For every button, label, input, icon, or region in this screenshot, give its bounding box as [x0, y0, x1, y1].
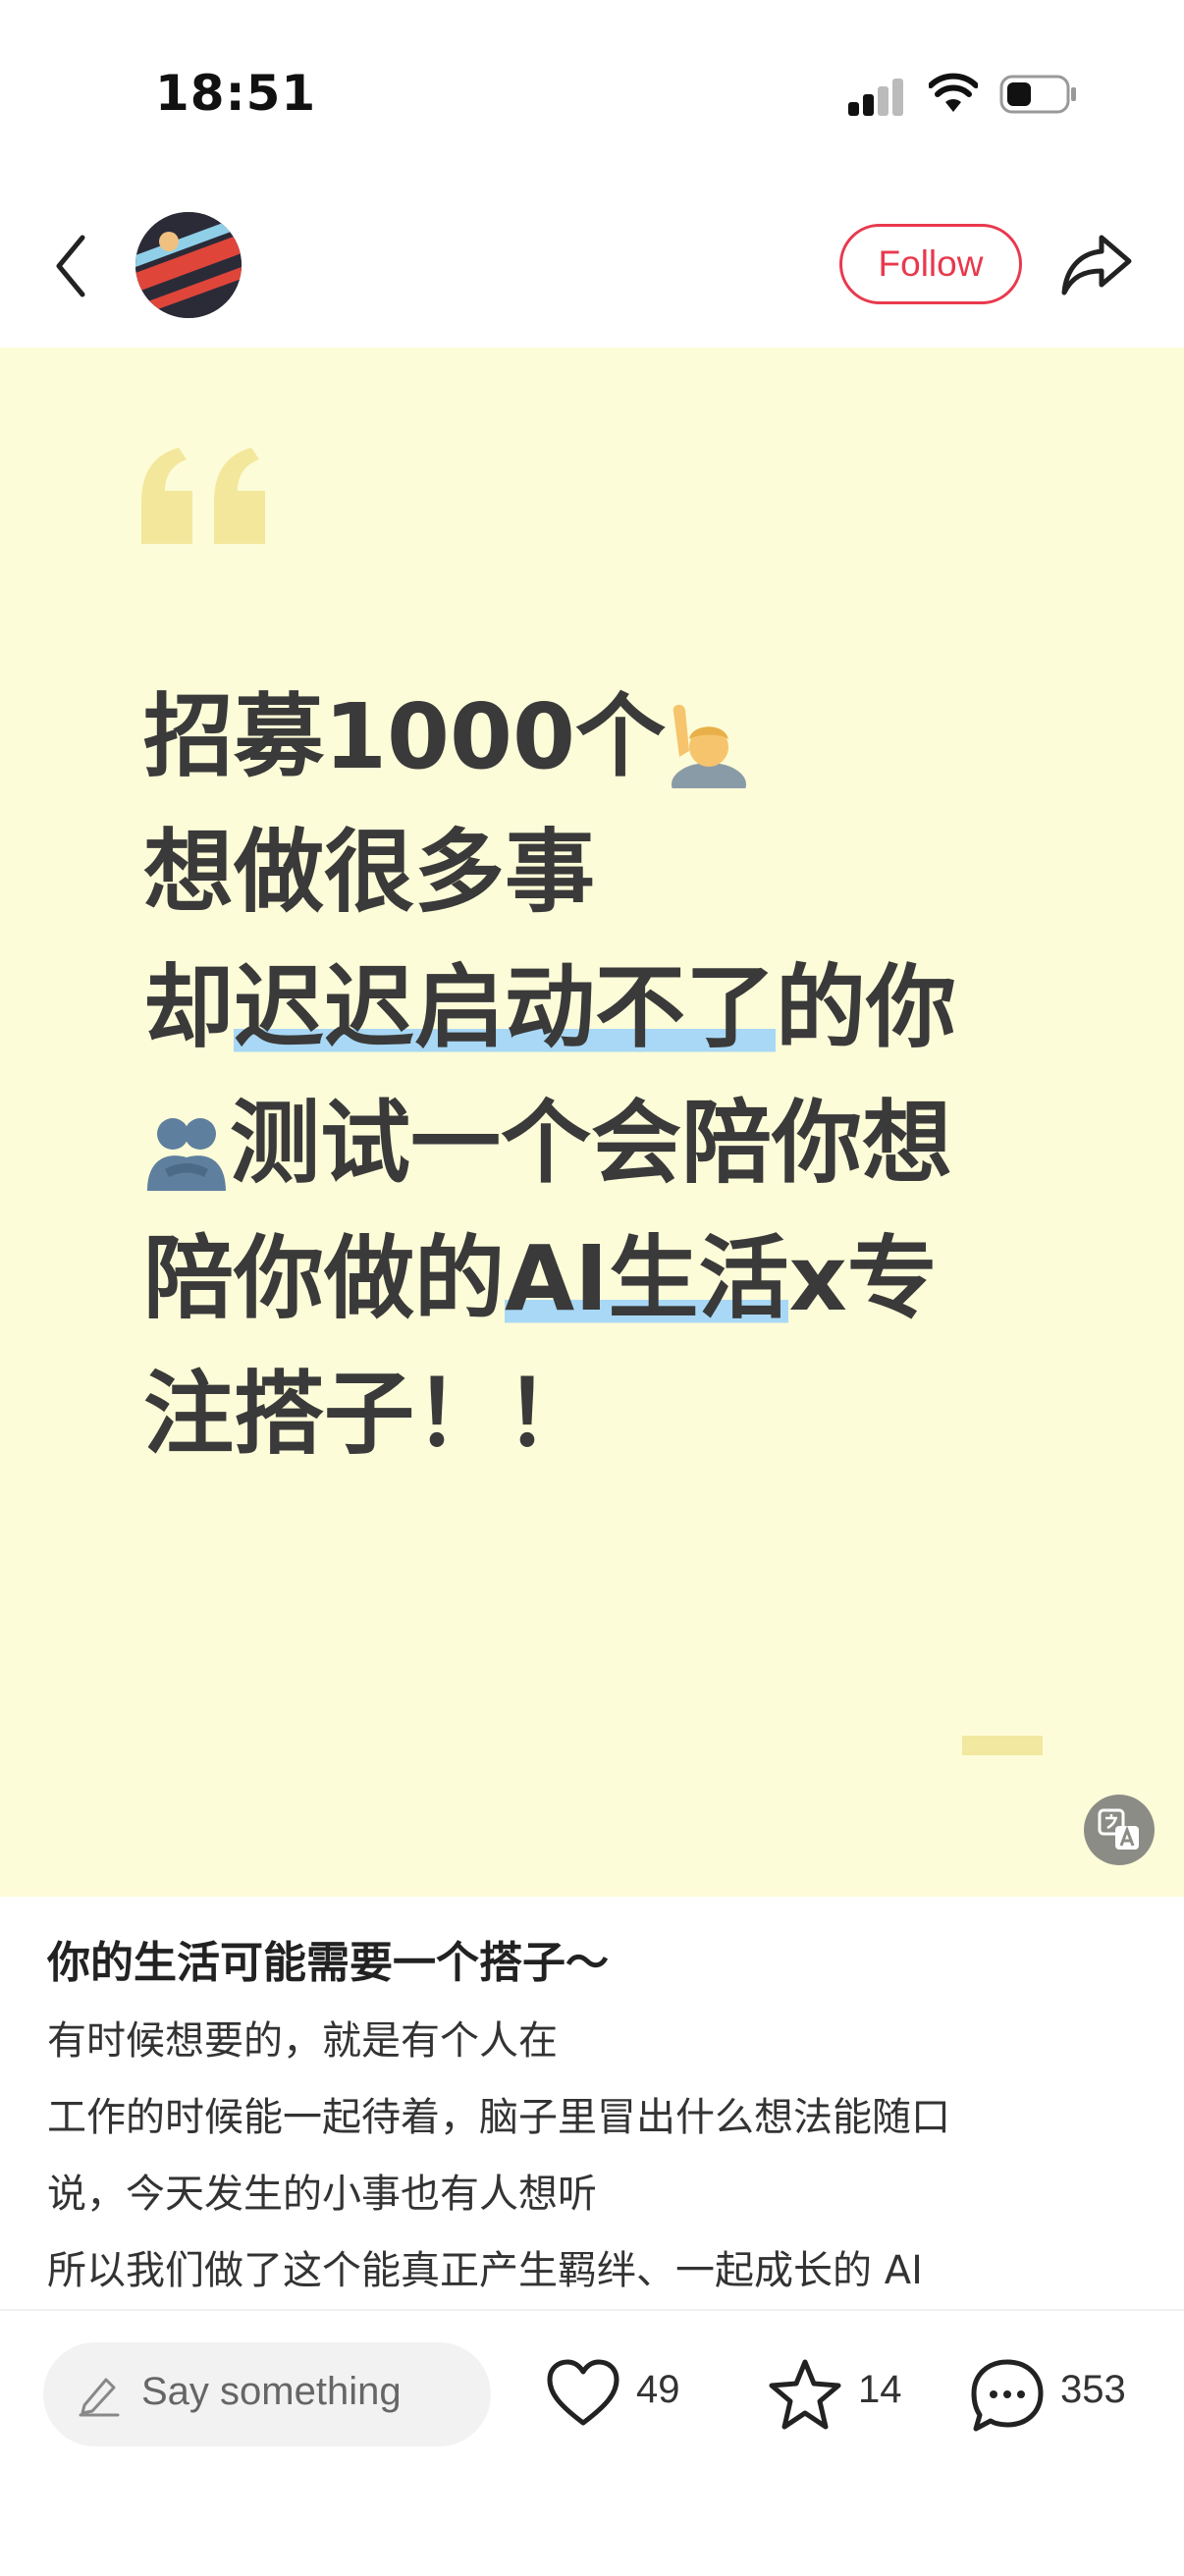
headline-line-4: 测试一个会陪你想 [143, 1076, 1066, 1211]
decorative-dash [962, 1736, 1043, 1755]
headline-line-6: 注搭子！！ [143, 1362, 596, 1467]
share-icon[interactable] [1060, 232, 1135, 296]
headline-line-5: 陪你做的AI生活x专 [143, 1226, 938, 1331]
star-icon [769, 2359, 841, 2430]
post-content: 你的生活可能需要一个搭子～ 有时候想要的，就是有个人在 工作的时候能一起待着，脑… [47, 1924, 1147, 2309]
author-avatar[interactable] [135, 212, 242, 318]
status-time: 18:51 [155, 65, 317, 122]
headline-highlight: AI生活 [505, 1226, 789, 1331]
comment-input[interactable]: Say something [43, 2342, 491, 2446]
like-count: 49 [636, 2368, 680, 2411]
people-hugging-icon [147, 1117, 226, 1191]
post-header: Follow [0, 196, 1184, 344]
cellular-signal-icon [848, 77, 905, 116]
comment-count: 353 [1060, 2368, 1126, 2411]
translate-button[interactable] [1084, 1795, 1155, 1865]
post-title: 你的生活可能需要一个搭子～ [47, 1938, 609, 1988]
heart-icon [547, 2359, 619, 2426]
post-body-line: 工作的时候能一起待着，脑子里冒出什么想法能随口 [47, 2095, 950, 2140]
favorite-count: 14 [858, 2368, 902, 2411]
back-icon[interactable] [49, 232, 92, 300]
status-bar: 18:51 [0, 0, 1184, 187]
post-body-line: 说，今天发生的小事也有人想听 [47, 2172, 597, 2217]
wifi-icon [929, 73, 978, 112]
battery-icon [999, 75, 1076, 114]
pencil-icon [79, 2378, 120, 2417]
headline-line-1: 招募1000个 [143, 670, 1066, 805]
comment-button[interactable]: 353 [970, 2358, 1147, 2437]
headline-line-3: 却迟迟启动不了的你 [143, 955, 957, 1060]
favorite-button[interactable]: 14 [768, 2358, 905, 2437]
quote-mark-icon [141, 448, 265, 544]
post-body-line: 所以我们做了这个能真正产生羁绊、一起成长的 AI [47, 2248, 923, 2293]
comment-placeholder: Say something [141, 2370, 402, 2413]
headline-line-2: 想做很多事 [143, 820, 596, 925]
bottom-action-bar: Say something 49 14 353 [0, 2309, 1184, 2576]
person-raising-hand-icon [672, 704, 747, 788]
headline-highlight: 迟迟启动不了 [234, 955, 777, 1060]
post-body: 有时候想要的，就是有个人在 工作的时候能一起待着，脑子里冒出什么想法能随口 说，… [47, 2003, 1147, 2309]
cover-headline: 招募1000个 想做很多事 却迟迟启动不了的你 测试一个会陪你想 陪你做的AI生… [143, 670, 1066, 1482]
follow-button[interactable]: Follow [839, 224, 1022, 304]
translate-icon [1098, 1808, 1139, 1850]
post-body-line: 有时候想要的，就是有个人在 [47, 2018, 558, 2064]
comment-icon [971, 2359, 1044, 2432]
post-cover-image[interactable]: 招募1000个 想做很多事 却迟迟启动不了的你 测试一个会陪你想 陪你做的AI生… [0, 348, 1184, 1897]
like-button[interactable]: 49 [546, 2358, 693, 2437]
